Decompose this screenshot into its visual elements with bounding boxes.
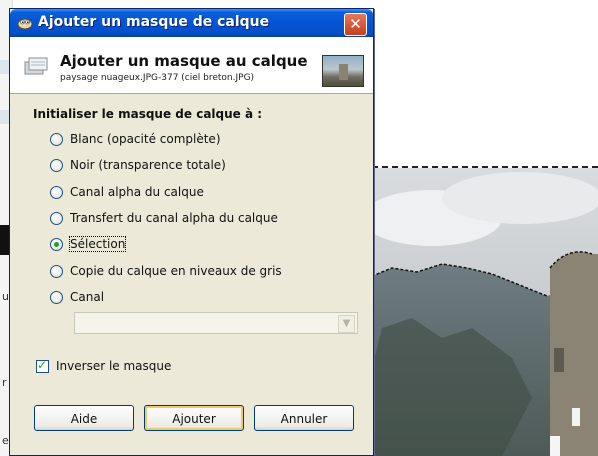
help-button[interactable]: Aide (34, 405, 134, 431)
radio-label: Sélection (68, 236, 127, 252)
radio-selection[interactable]: Sélection (50, 235, 127, 253)
radio-button[interactable] (50, 264, 63, 278)
radio-label: Copie du calque en niveaux de gris (70, 264, 282, 278)
close-icon: ✕ (349, 15, 362, 33)
radio-label: Noir (transparence totale) (70, 158, 226, 172)
cancel-button[interactable]: Annuler (254, 405, 354, 431)
help-button-label: Aide (70, 412, 98, 426)
add-layer-mask-dialog: Ajouter un masque de calque ✕ Ajouter un… (9, 8, 374, 456)
radio-label: Blanc (opacité complète) (70, 132, 221, 146)
radio-label: Canal alpha du calque (70, 185, 204, 199)
panel-letter: e (2, 434, 9, 447)
header-subtitle: paysage nuageux.JPG-377 (ciel breton.JPG… (60, 73, 255, 83)
landscape-image (372, 168, 598, 456)
add-button[interactable]: Ajouter (144, 405, 244, 431)
radio-button[interactable] (50, 211, 63, 225)
radio-button[interactable] (50, 185, 63, 199)
radio-button-selected[interactable] (50, 237, 63, 251)
radio-channel[interactable]: Canal (50, 288, 104, 306)
invert-mask-checkbox[interactable] (36, 358, 49, 373)
channel-combo-box[interactable]: ▼ (74, 312, 358, 334)
chevron-down-icon[interactable]: ▼ (338, 315, 355, 333)
gimp-icon (17, 18, 33, 30)
layer-mask-icon (24, 57, 48, 75)
radio-layer-alpha-channel[interactable]: Canal alpha du calque (50, 183, 204, 201)
dialog-title-bar[interactable]: Ajouter un masque de calque ✕ (10, 9, 373, 37)
radio-black-full-transparency[interactable]: Noir (transparence totale) (50, 156, 226, 174)
dialog-header: Ajouter un masque au calque paysage nuag… (10, 37, 373, 94)
thumbnail-tower (339, 64, 348, 80)
image-canvas[interactable] (372, 168, 598, 456)
radio-button[interactable] (50, 158, 63, 172)
cancel-button-label: Annuler (280, 412, 328, 426)
layer-thumbnail (322, 55, 364, 87)
radio-transfer-alpha-channel[interactable]: Transfert du canal alpha du calque (50, 209, 278, 227)
panel-letter: u (2, 290, 9, 303)
radio-grayscale-copy[interactable]: Copie du calque en niveaux de gris (50, 262, 282, 280)
panel-letter: r (2, 376, 7, 389)
header-title: Ajouter un masque au calque (60, 52, 308, 70)
radio-label: Transfert du canal alpha du calque (70, 211, 278, 225)
radio-button[interactable] (50, 290, 63, 304)
mask-init-label: Initialiser le masque de calque à : (33, 107, 263, 121)
radio-label: Canal (70, 290, 105, 304)
close-button[interactable]: ✕ (344, 13, 367, 36)
invert-mask-label: Inverser le masque (56, 359, 172, 373)
radio-white-full-opacity[interactable]: Blanc (opacité complète) (50, 130, 221, 148)
radio-button[interactable] (50, 132, 63, 146)
dialog-title: Ajouter un masque de calque (38, 14, 270, 30)
add-button-label: Ajouter (172, 412, 216, 426)
invert-mask-checkbox-row[interactable]: Inverser le masque (36, 357, 171, 375)
